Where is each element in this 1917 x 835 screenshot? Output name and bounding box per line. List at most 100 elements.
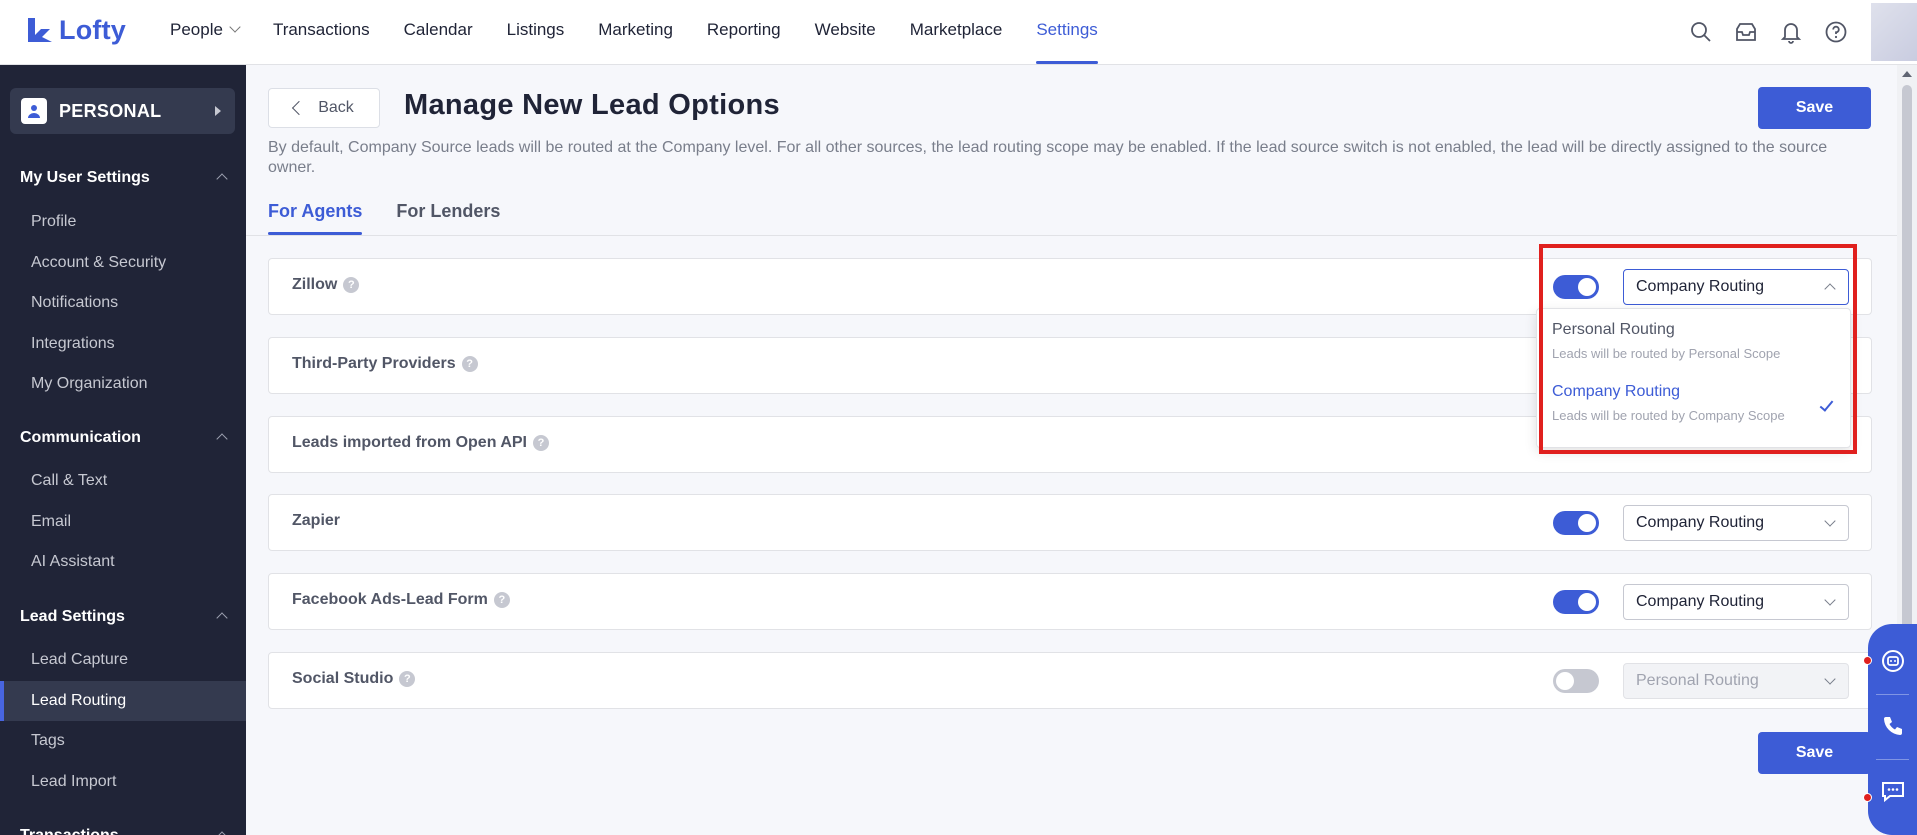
- section-title: Communication: [20, 429, 141, 446]
- settings-sidebar: PERSONAL My User Settings Profile Accoun…: [0, 65, 246, 835]
- source-toggle[interactable]: [1553, 511, 1599, 535]
- back-button[interactable]: Back: [268, 88, 380, 128]
- help-icon[interactable]: ?: [533, 435, 549, 451]
- inbox-icon[interactable]: [1732, 18, 1760, 46]
- user-icon: [21, 98, 47, 124]
- routing-select[interactable]: Personal Routing: [1623, 663, 1849, 699]
- account-switcher[interactable]: PERSONAL: [10, 88, 235, 134]
- sidebar-item-my-organization[interactable]: My Organization: [0, 364, 246, 404]
- option-subtitle: Leads will be routed by Company Scope: [1552, 408, 1785, 423]
- routing-value: Company Routing: [1636, 593, 1765, 610]
- chevron-up-icon: [216, 433, 228, 445]
- notification-dot: [1863, 793, 1872, 802]
- source-name: Zillow: [292, 276, 338, 293]
- section-transactions[interactable]: Transactions: [20, 827, 228, 835]
- routing-select[interactable]: Company Routing: [1623, 584, 1849, 620]
- save-button-bottom[interactable]: Save: [1758, 732, 1871, 774]
- source-label: Zillow ?: [292, 276, 360, 294]
- lofty-logo-icon: [26, 16, 54, 44]
- widget-divider: [1876, 694, 1909, 695]
- sidebar-item-notifications[interactable]: Notifications: [0, 283, 246, 323]
- tab-for-agents[interactable]: For Agents: [268, 201, 363, 235]
- source-name: Third-Party Providers: [292, 355, 456, 372]
- dropdown-option-personal-routing[interactable]: Personal Routing Leads will be routed by…: [1537, 309, 1850, 371]
- help-icon[interactable]: ?: [399, 671, 416, 687]
- sidebar-item-ai-assistant[interactable]: AI Assistant: [0, 542, 246, 582]
- help-icon[interactable]: ?: [493, 592, 510, 608]
- nav-website[interactable]: Website: [815, 0, 876, 64]
- sidebar-item-lead-import[interactable]: Lead Import: [0, 762, 246, 802]
- chevron-down-icon: [1824, 594, 1836, 606]
- source-name: Leads imported from Open API: [292, 434, 527, 451]
- back-label: Back: [318, 99, 354, 116]
- caret-right-icon: [215, 106, 221, 116]
- nav-marketing[interactable]: Marketing: [598, 0, 673, 64]
- save-button-top[interactable]: Save: [1758, 87, 1871, 129]
- chevron-down-icon: [1824, 515, 1836, 527]
- tab-for-lenders[interactable]: For Lenders: [396, 201, 500, 235]
- chevron-up-icon: [1824, 283, 1836, 295]
- sidebar-item-lead-routing[interactable]: Lead Routing: [0, 681, 246, 721]
- source-label: Facebook Ads-Lead Form ?: [292, 591, 510, 609]
- phone-icon[interactable]: [1878, 711, 1908, 741]
- option-subtitle: Leads will be routed by Personal Scope: [1552, 346, 1781, 361]
- routing-value: Personal Routing: [1636, 672, 1759, 689]
- lead-source-row-zillow: Zillow ? Company Routing: [268, 258, 1872, 315]
- sidebar-item-tags[interactable]: Tags: [0, 721, 246, 761]
- section-my-user-settings[interactable]: My User Settings: [20, 169, 228, 187]
- top-icon-bar: [1687, 0, 1917, 64]
- user-avatar[interactable]: [1871, 3, 1917, 61]
- nav-reporting[interactable]: Reporting: [707, 0, 781, 64]
- section-lead-settings[interactable]: Lead Settings: [20, 608, 228, 626]
- chevron-up-icon: [216, 173, 228, 185]
- option-title: Personal Routing: [1552, 321, 1675, 338]
- sidebar-item-account-security[interactable]: Account & Security: [0, 243, 246, 283]
- page-title: Manage New Lead Options: [404, 89, 780, 121]
- source-name: Zapier: [292, 512, 341, 529]
- top-nav: Lofty People Transactions Calendar Listi…: [0, 0, 1917, 65]
- nav-listings[interactable]: Listings: [507, 0, 565, 64]
- source-label: Leads imported from Open API ?: [292, 434, 549, 452]
- help-icon[interactable]: ?: [343, 277, 360, 293]
- message-icon[interactable]: [1878, 776, 1908, 806]
- page-description: By default, Company Source leads will be…: [268, 139, 1828, 176]
- sidebar-item-profile[interactable]: Profile: [0, 202, 246, 242]
- source-label: Social Studio ?: [292, 670, 416, 688]
- source-name: Social Studio: [292, 670, 394, 687]
- tab-bar: For Agents For Lenders: [268, 201, 534, 235]
- source-toggle[interactable]: [1553, 590, 1599, 614]
- section-communication[interactable]: Communication: [20, 429, 228, 447]
- source-name: Facebook Ads-Lead Form: [292, 591, 488, 608]
- nav-calendar[interactable]: Calendar: [404, 0, 473, 64]
- bell-icon[interactable]: [1777, 18, 1805, 46]
- nav-transactions[interactable]: Transactions: [273, 0, 370, 64]
- sidebar-item-email[interactable]: Email: [0, 502, 246, 542]
- source-toggle[interactable]: [1553, 275, 1599, 299]
- chevron-down-icon: [1824, 673, 1836, 685]
- nav-people[interactable]: People: [170, 0, 241, 64]
- section-title: My User Settings: [20, 169, 150, 186]
- chevron-down-icon: [229, 21, 241, 33]
- chat-bot-icon[interactable]: [1878, 646, 1908, 676]
- help-icon[interactable]: ?: [461, 356, 478, 372]
- source-toggle[interactable]: [1553, 669, 1599, 693]
- routing-select[interactable]: Company Routing: [1623, 269, 1849, 305]
- sidebar-item-lead-capture[interactable]: Lead Capture: [0, 640, 246, 680]
- search-icon[interactable]: [1687, 18, 1715, 46]
- sidebar-item-integrations[interactable]: Integrations: [0, 324, 246, 364]
- nav-marketplace[interactable]: Marketplace: [910, 0, 1003, 64]
- help-circle-icon[interactable]: [1822, 18, 1850, 46]
- support-widget: [1868, 624, 1917, 835]
- notification-dot: [1863, 656, 1872, 665]
- routing-dropdown-menu: Personal Routing Leads will be routed by…: [1536, 308, 1851, 448]
- chevron-up-icon: [216, 831, 228, 835]
- scroll-up-arrow-icon[interactable]: [1902, 71, 1912, 77]
- sidebar-item-call-text[interactable]: Call & Text: [0, 461, 246, 501]
- lofty-logo[interactable]: Lofty: [26, 14, 126, 46]
- lead-source-row-zapier: Zapier Company Routing: [268, 494, 1872, 551]
- nav-settings[interactable]: Settings: [1036, 0, 1099, 64]
- routing-select[interactable]: Company Routing: [1623, 505, 1849, 541]
- nav-people-label: People: [170, 20, 223, 39]
- main-nav: People Transactions Calendar Listings Ma…: [170, 0, 1132, 64]
- dropdown-option-company-routing[interactable]: Company Routing Leads will be routed by …: [1537, 371, 1850, 433]
